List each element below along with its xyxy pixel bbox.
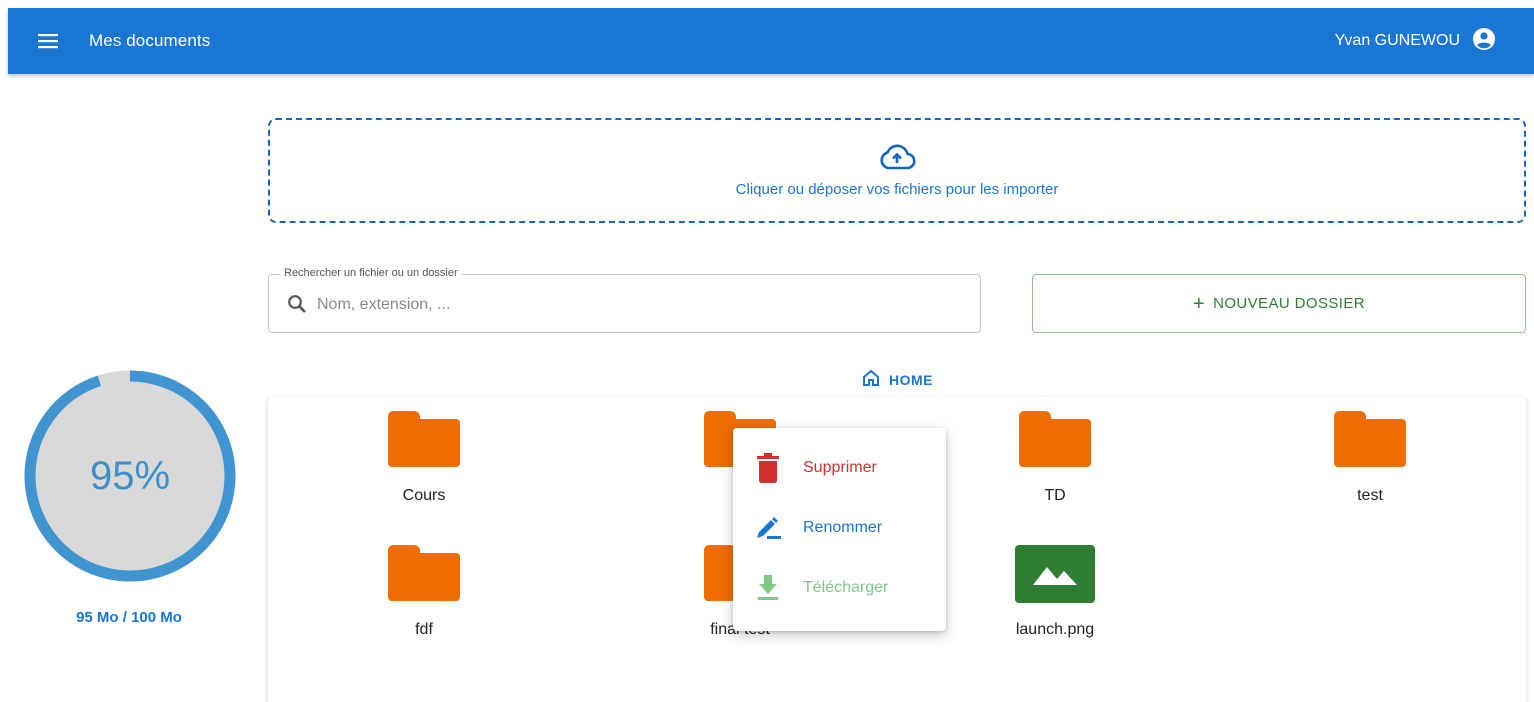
folder-item[interactable]: test [1290, 411, 1450, 505]
upload-dropzone[interactable]: Cliquer ou déposer vos fichiers pour les… [268, 118, 1526, 223]
folder-item[interactable]: TD [975, 411, 1135, 505]
menu-icon[interactable] [36, 29, 60, 53]
context-menu-download-label: Télécharger [803, 579, 889, 596]
dropzone-text: Cliquer ou déposer vos fichiers pour les… [735, 180, 1059, 198]
plus-icon: + [1193, 292, 1206, 315]
cloud-upload-icon [878, 144, 916, 175]
trash-icon [753, 453, 783, 483]
folder-icon [1019, 411, 1091, 467]
folder-icon [388, 411, 460, 467]
image-icon [1015, 545, 1095, 603]
search-field[interactable]: Rechercher un fichier ou un dossier [268, 267, 981, 333]
new-folder-button[interactable]: + NOUVEAU DOSSIER [1032, 274, 1526, 333]
context-menu-delete-label: Supprimer [803, 459, 877, 476]
item-name: fdf [415, 621, 433, 638]
storage-usage: 95 Mo / 100 Mo [76, 609, 182, 626]
new-folder-label: NOUVEAU DOSSIER [1213, 295, 1365, 312]
pencil-icon [753, 517, 783, 539]
download-icon [753, 575, 783, 601]
page-title: Mes documents [89, 31, 211, 50]
home-label: HOME [889, 371, 933, 388]
breadcrumb-home[interactable]: HOME [861, 368, 933, 391]
item-name: test [1357, 487, 1383, 504]
item-name: TD [1044, 487, 1066, 504]
file-item[interactable]: launch.png [975, 545, 1135, 639]
search-icon [287, 294, 307, 319]
page: Mes documents Yvan GUNEWOU Cliquer ou dé… [0, 0, 1534, 702]
account-circle-icon[interactable] [1472, 27, 1496, 56]
context-menu-rename-label: Renommer [803, 519, 883, 536]
folder-icon [388, 545, 460, 601]
item-name: launch.png [1015, 621, 1095, 638]
search-label: Rechercher un fichier ou un dossier [280, 267, 462, 279]
user-name: Yvan GUNEWOU [1334, 32, 1460, 49]
app-bar: Mes documents Yvan GUNEWOU [8, 8, 1534, 74]
user-menu[interactable]: Yvan GUNEWOU [1335, 8, 1496, 74]
folder-icon [1334, 411, 1406, 467]
context-menu-delete[interactable]: Supprimer [733, 438, 946, 498]
context-menu-download[interactable]: Télécharger [733, 558, 946, 618]
folder-item[interactable]: fdf [344, 545, 504, 639]
context-menu-rename[interactable]: Renommer [733, 498, 946, 558]
home-icon [861, 368, 881, 391]
storage-percent: 95% [89, 453, 171, 498]
context-menu: Supprimer Renommer Télécharger [733, 428, 946, 631]
search-input[interactable] [317, 291, 957, 319]
folder-item[interactable]: Cours [344, 411, 504, 505]
item-name: Cours [402, 487, 446, 504]
